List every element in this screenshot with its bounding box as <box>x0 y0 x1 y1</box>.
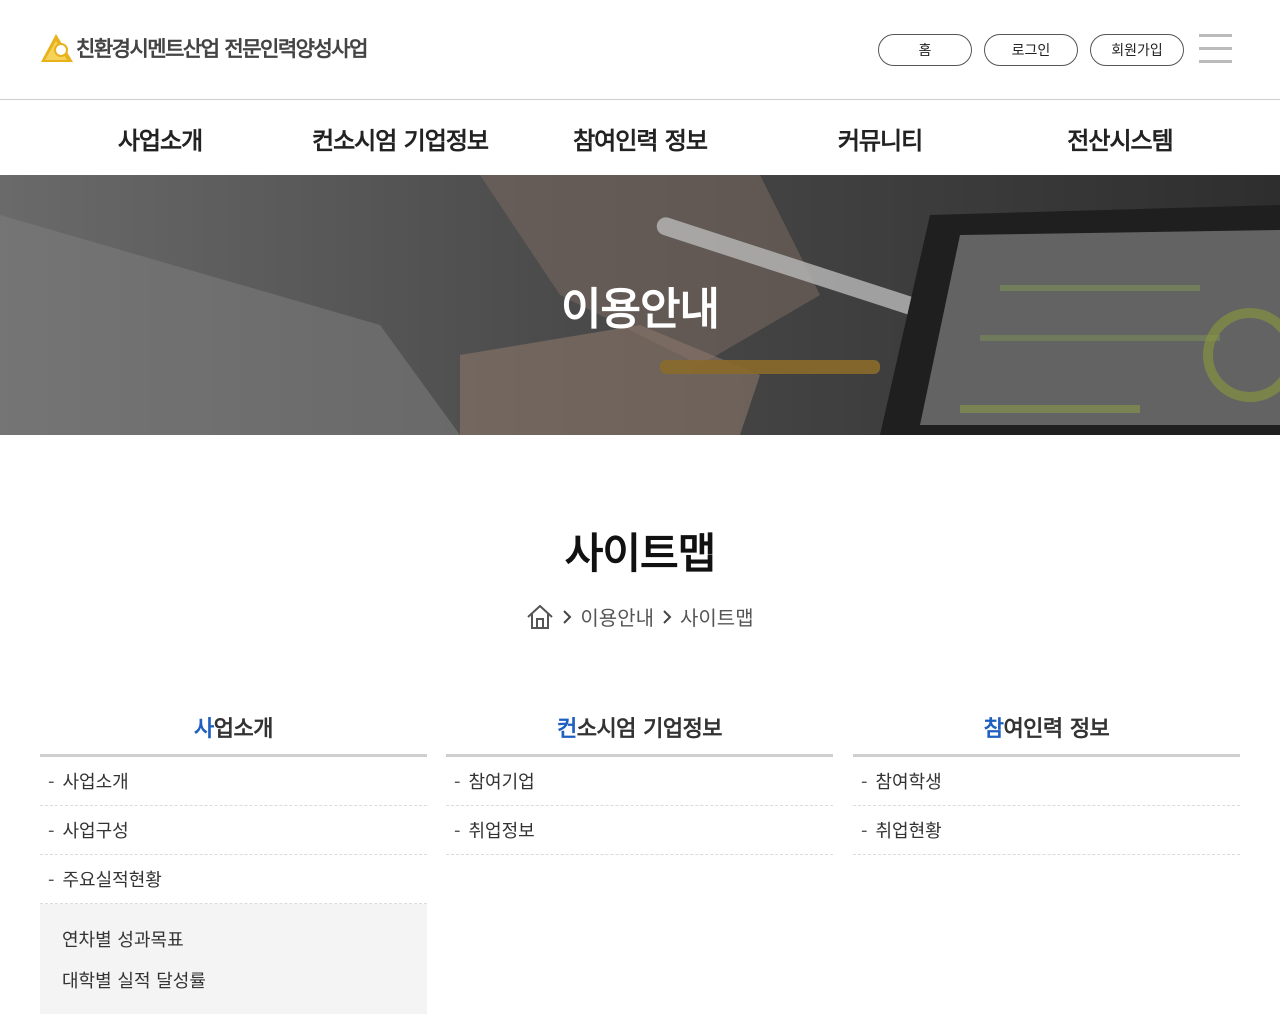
sitemap-link-business-intro[interactable]: - 사업소개 <box>40 757 427 806</box>
nav-it-system[interactable]: 전산시스템 <box>1000 101 1240 175</box>
sub-menu-box: 연차별 성과목표 대학별 실적 달성률 <box>40 904 427 1014</box>
sitemap-link-participating-companies[interactable]: - 참여기업 <box>446 757 833 806</box>
column-title[interactable]: 컨 소시엄 기업정보 <box>446 700 833 754</box>
global-nav: 사업소개 컨소시엄 기업정보 참여인력 정보 커뮤니티 전산시스템 <box>0 101 1280 175</box>
breadcrumb-current: 사이트맵 <box>680 606 754 630</box>
sitemap-link-university-achievement[interactable]: 대학별 실적 달성률 <box>62 959 427 1000</box>
home-icon[interactable] <box>526 604 554 630</box>
chevron-right-icon <box>663 609 672 624</box>
column-title[interactable]: 참 여인력 정보 <box>853 700 1240 754</box>
login-button[interactable]: 로그인 <box>984 34 1078 66</box>
nav-consortium-companies[interactable]: 컨소시엄 기업정보 <box>280 101 520 175</box>
page-title: 사이트맵 <box>564 529 717 578</box>
sitemap-link-key-achievements[interactable]: - 주요실적현황 <box>40 855 427 904</box>
sitemap-link-employment-status[interactable]: - 취업현황 <box>853 806 1240 855</box>
sitemap-link-business-structure[interactable]: - 사업구성 <box>40 806 427 855</box>
sitemap-column-participants: 참 여인력 정보 - 참여학생 - 취업현황 <box>853 700 1240 855</box>
chevron-right-icon <box>563 609 572 624</box>
breadcrumb-item[interactable]: 이용안내 <box>580 602 654 631</box>
header: 친환경시멘트산업 전문인력양성사업 홈 로그인 회원가입 <box>0 0 1280 100</box>
column-title[interactable]: 사 업소개 <box>40 700 427 754</box>
sub-visual-banner: 이용안내 <box>0 175 1280 435</box>
banner-title: 이용안내 <box>561 284 720 335</box>
site-logo[interactable]: 친환경시멘트산업 전문인력양성사업 <box>40 33 368 63</box>
logo-icon <box>41 34 73 62</box>
sitemap-column-business: 사 업소개 - 사업소개 - 사업구성 - 주요실적현황 연차별 성과목표 대학별 실적… <box>40 700 427 1014</box>
home-button[interactable]: 홈 <box>878 34 972 66</box>
signup-button[interactable]: 회원가입 <box>1090 34 1184 66</box>
nav-business-intro[interactable]: 사업소개 <box>40 101 280 175</box>
utility-buttons: 홈 로그인 회원가입 <box>878 34 1184 66</box>
nav-participants-info[interactable]: 참여인력 정보 <box>520 101 760 175</box>
sitemap-link-annual-goals[interactable]: 연차별 성과목표 <box>62 918 427 959</box>
sitemap-column-consortium: 컨 소시엄 기업정보 - 참여기업 - 취업정보 <box>446 700 833 855</box>
logo-text: 친환경시멘트산업 전문인력양성사업 <box>76 37 368 61</box>
nav-community[interactable]: 커뮤니티 <box>760 101 1000 175</box>
breadcrumb: 이용안내 사이트맵 <box>0 602 1280 631</box>
sitemap-link-job-info[interactable]: - 취업정보 <box>446 806 833 855</box>
sitemap-link-participating-students[interactable]: - 참여학생 <box>853 757 1240 806</box>
menu-icon[interactable] <box>1199 34 1232 64</box>
